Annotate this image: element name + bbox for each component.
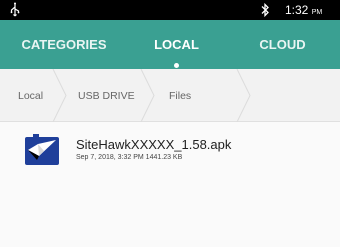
- status-bar: 1:32 PM: [0, 0, 340, 20]
- selected-tab-indicator: [174, 63, 179, 68]
- file-date: Sep 7, 2018, 3:32 PM: [76, 154, 144, 161]
- time-text: 1:32: [285, 3, 309, 17]
- file-name: SiteHawkXXXXX_1.58.apk: [76, 137, 232, 152]
- status-time: 1:32 PM: [285, 3, 322, 20]
- tab-bar: CATEGORIES LOCAL CLOUD: [0, 20, 340, 69]
- breadcrumb: Local USB DRIVE Files: [0, 69, 340, 122]
- list-item[interactable]: SiteHawkXXXXX_1.58.apk Sep 7, 2018, 3:32…: [0, 122, 340, 176]
- file-size: 1441.23 KB: [145, 154, 183, 161]
- apk-file-icon: [25, 134, 59, 165]
- tab-cloud[interactable]: CLOUD: [225, 20, 340, 69]
- bluetooth-icon: [261, 2, 269, 18]
- breadcrumb-files[interactable]: Files: [169, 69, 191, 122]
- tab-local[interactable]: LOCAL: [128, 20, 225, 69]
- usb-icon: [10, 2, 20, 17]
- tab-categories[interactable]: CATEGORIES: [0, 20, 128, 69]
- breadcrumb-usb-drive[interactable]: USB DRIVE: [78, 69, 135, 122]
- file-meta: Sep 7, 2018, 3:32 PM 1441.23 KB: [76, 154, 182, 161]
- breadcrumb-local[interactable]: Local: [18, 69, 43, 122]
- time-ampm: PM: [311, 9, 323, 16]
